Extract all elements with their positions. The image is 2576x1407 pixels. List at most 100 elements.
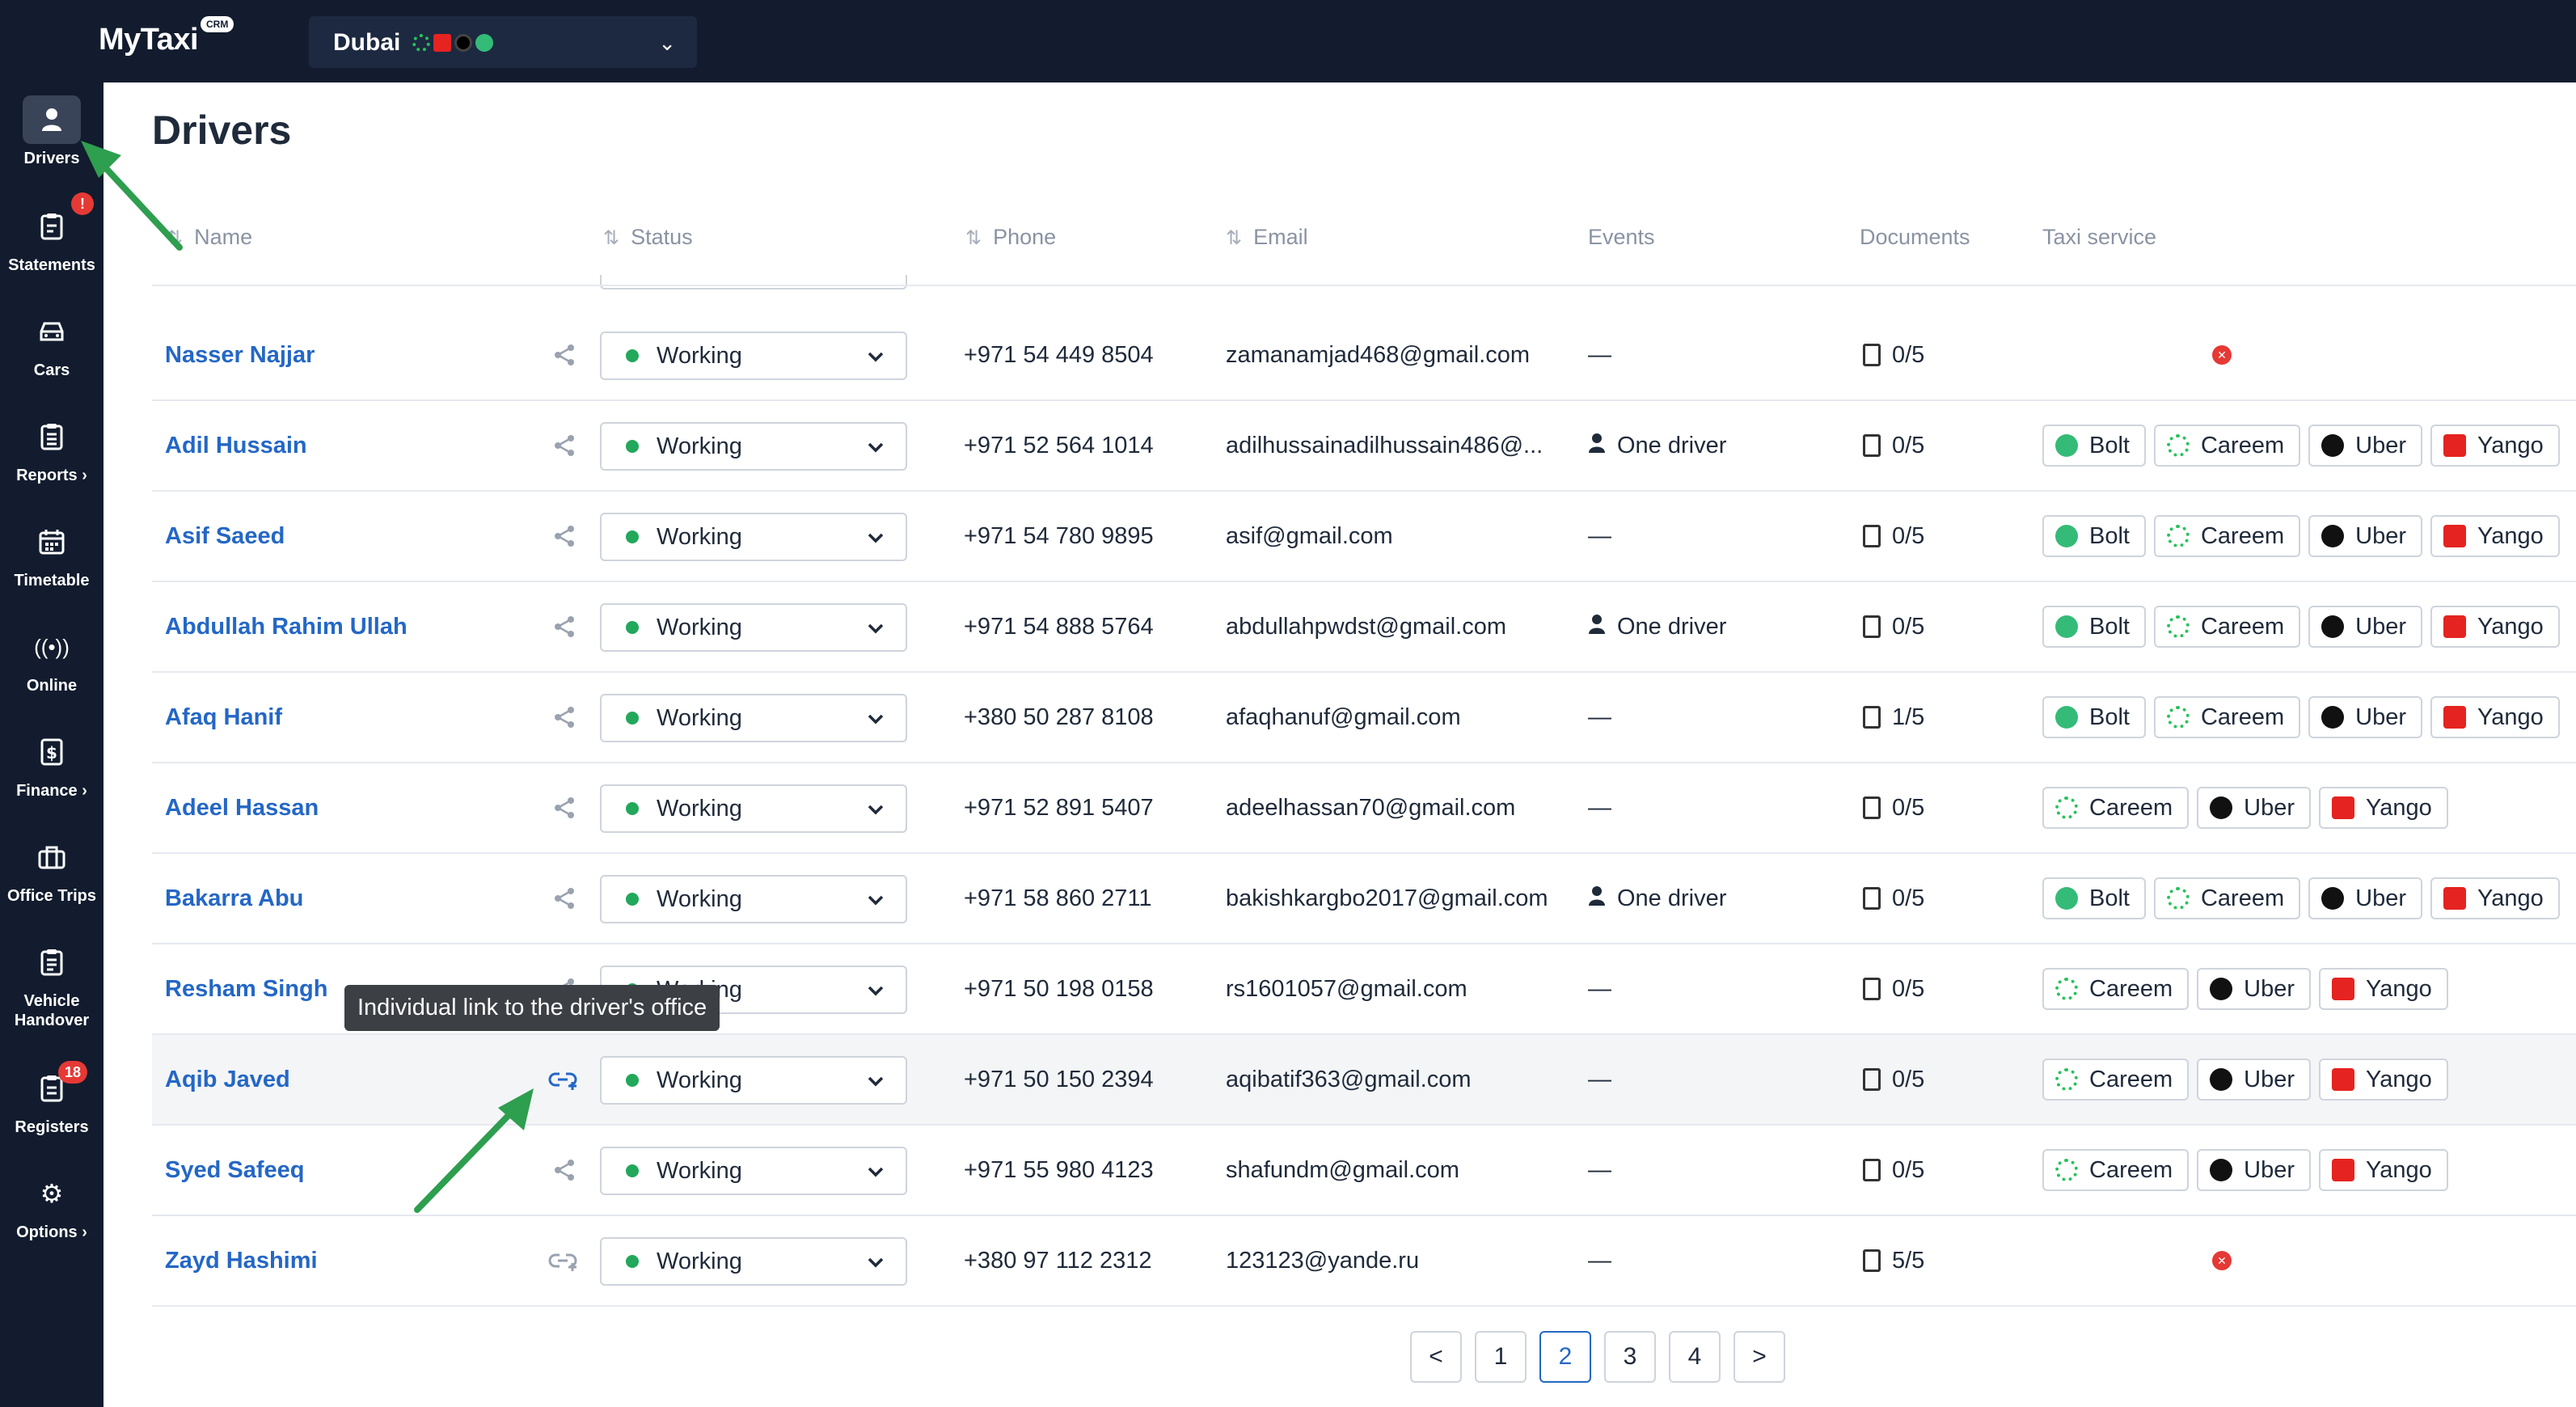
taxi-service-uber[interactable]: Uber [2197, 968, 2312, 1010]
driver-name-link[interactable]: Nasser Najjar [165, 311, 315, 399]
taxi-service-uber[interactable]: Uber [2308, 606, 2422, 648]
taxi-service-careem[interactable]: Careem [2153, 877, 2301, 919]
driver-documents[interactable]: 0/5 [1863, 763, 1924, 852]
pagination-next-button[interactable]: > [1734, 1331, 1785, 1383]
share-icon[interactable] [548, 311, 581, 399]
link-icon[interactable] [548, 1216, 581, 1305]
link-icon[interactable] [548, 1035, 581, 1124]
taxi-service-careem[interactable]: Careem [2042, 1058, 2190, 1101]
taxi-service-bolt[interactable]: Bolt [2042, 425, 2146, 467]
taxi-service-uber[interactable]: Uber [2308, 425, 2422, 467]
driver-name-link[interactable]: Bakarra Abu [165, 854, 303, 943]
driver-documents[interactable]: 5/5 [1863, 1216, 1924, 1305]
app-logo[interactable]: MyTaxi [99, 23, 199, 57]
driver-name-link[interactable]: Aqib Javed [165, 1035, 290, 1124]
share-icon[interactable] [548, 492, 581, 581]
driver-documents[interactable]: 0/5 [1863, 854, 1924, 943]
taxi-service-uber[interactable]: Uber [2197, 1149, 2312, 1191]
sidebar-item-office-trips[interactable]: Office Trips [0, 833, 103, 906]
top-bar: MyTaxi CRM Dubai ⌄ [0, 0, 2576, 82]
pagination-page-1[interactable]: 1 [1475, 1331, 1527, 1383]
driver-name-link[interactable]: Abdullah Rahim Ullah [165, 582, 408, 671]
taxi-service-yango[interactable]: Yango [2430, 877, 2560, 919]
status-select[interactable]: Working [600, 513, 907, 561]
taxi-service-uber[interactable]: Uber [2308, 515, 2422, 557]
taxi-service-uber[interactable]: Uber [2197, 1058, 2312, 1101]
sidebar-item-vehicle-handover[interactable]: Vehicle Handover [0, 938, 103, 1030]
status-select[interactable]: Working [600, 1147, 907, 1195]
driver-documents[interactable]: 0/5 [1863, 582, 1924, 671]
taxi-service-yango[interactable]: Yango [2430, 425, 2560, 467]
status-select[interactable]: Working [600, 332, 907, 380]
taxi-service-yango[interactable]: Yango [2430, 606, 2560, 648]
driver-documents[interactable]: 1/5 [1863, 673, 1924, 762]
taxi-service-yango[interactable]: Yango [2319, 1149, 2448, 1191]
share-icon[interactable] [548, 401, 581, 490]
pagination-page-3[interactable]: 3 [1604, 1331, 1656, 1383]
registers-count-badge: 18 [58, 1061, 88, 1084]
column-header-status[interactable]: ⇅ Status [603, 225, 693, 250]
taxi-service-yango[interactable]: Yango [2430, 515, 2560, 557]
taxi-service-careem[interactable]: Careem [2153, 606, 2301, 648]
driver-documents[interactable]: 0/5 [1863, 1126, 1924, 1215]
column-header-name[interactable]: ⇅ Name [167, 225, 252, 250]
taxi-service-careem[interactable]: Careem [2153, 515, 2301, 557]
status-select[interactable]: Working [600, 694, 907, 742]
taxi-service-bolt[interactable]: Bolt [2042, 515, 2146, 557]
sidebar-item-online[interactable]: ((•)) Online [0, 623, 103, 695]
status-select-partial[interactable] [600, 275, 907, 289]
sidebar-item-registers[interactable]: Registers [0, 1064, 103, 1137]
taxi-service-bolt[interactable]: Bolt [2042, 696, 2146, 738]
status-select[interactable]: Working [600, 603, 907, 652]
city-selector[interactable]: Dubai ⌄ [309, 16, 697, 68]
uber-icon [2210, 978, 2233, 1000]
taxi-service-careem[interactable]: Careem [2153, 425, 2301, 467]
pagination-prev-button[interactable]: < [1410, 1331, 1462, 1383]
taxi-service-yango[interactable]: Yango [2319, 1058, 2448, 1101]
status-select[interactable]: Working [600, 1237, 907, 1286]
taxi-service-uber[interactable]: Uber [2308, 696, 2422, 738]
driver-name-link[interactable]: Zayd Hashimi [165, 1216, 318, 1305]
sidebar-item-cars[interactable]: Cars [0, 307, 103, 380]
driver-documents[interactable]: 0/5 [1863, 492, 1924, 581]
taxi-service-yango[interactable]: Yango [2319, 968, 2448, 1010]
driver-documents[interactable]: 0/5 [1863, 311, 1924, 399]
column-header-email[interactable]: ⇅ Email [1226, 225, 1308, 250]
sidebar-item-timetable[interactable]: Timetable [0, 518, 103, 590]
share-icon[interactable] [548, 673, 581, 762]
share-icon[interactable] [548, 582, 581, 671]
share-icon[interactable] [548, 1126, 581, 1215]
driver-documents[interactable]: 0/5 [1863, 1035, 1924, 1124]
driver-name-link[interactable]: Syed Safeeq [165, 1126, 304, 1215]
taxi-service-yango[interactable]: Yango [2430, 696, 2560, 738]
status-select[interactable]: Working [600, 422, 907, 471]
driver-name-link[interactable]: Adeel Hassan [165, 763, 319, 852]
pagination-page-4[interactable]: 4 [1669, 1331, 1721, 1383]
driver-documents[interactable]: 0/5 [1863, 944, 1924, 1033]
driver-name-link[interactable]: Resham Singh [165, 944, 327, 1033]
sidebar-item-reports[interactable]: Reports › [0, 412, 103, 485]
sidebar-item-drivers[interactable]: Drivers [0, 95, 103, 168]
column-header-phone[interactable]: ⇅ Phone [965, 225, 1056, 250]
status-select[interactable]: Working [600, 875, 907, 923]
taxi-service-careem[interactable]: Careem [2042, 968, 2190, 1010]
taxi-service-careem[interactable]: Careem [2153, 696, 2301, 738]
sidebar-item-options[interactable]: ⚙ Options › [0, 1169, 103, 1242]
status-select[interactable]: Working [600, 1056, 907, 1105]
taxi-service-bolt[interactable]: Bolt [2042, 877, 2146, 919]
taxi-service-uber[interactable]: Uber [2197, 787, 2312, 829]
driver-documents[interactable]: 0/5 [1863, 401, 1924, 490]
driver-name-link[interactable]: Adil Hussain [165, 401, 307, 490]
taxi-service-yango[interactable]: Yango [2319, 787, 2448, 829]
driver-name-link[interactable]: Asif Saeed [165, 492, 285, 581]
sidebar-item-finance[interactable]: $ Finance › [0, 728, 103, 801]
status-select[interactable]: Working [600, 784, 907, 833]
taxi-service-careem[interactable]: Careem [2042, 1149, 2190, 1191]
taxi-service-bolt[interactable]: Bolt [2042, 606, 2146, 648]
share-icon[interactable] [548, 763, 581, 852]
share-icon[interactable] [548, 854, 581, 943]
pagination-page-2[interactable]: 2 [1539, 1331, 1591, 1383]
driver-name-link[interactable]: Afaq Hanif [165, 673, 282, 762]
taxi-service-uber[interactable]: Uber [2308, 877, 2422, 919]
taxi-service-careem[interactable]: Careem [2042, 787, 2190, 829]
